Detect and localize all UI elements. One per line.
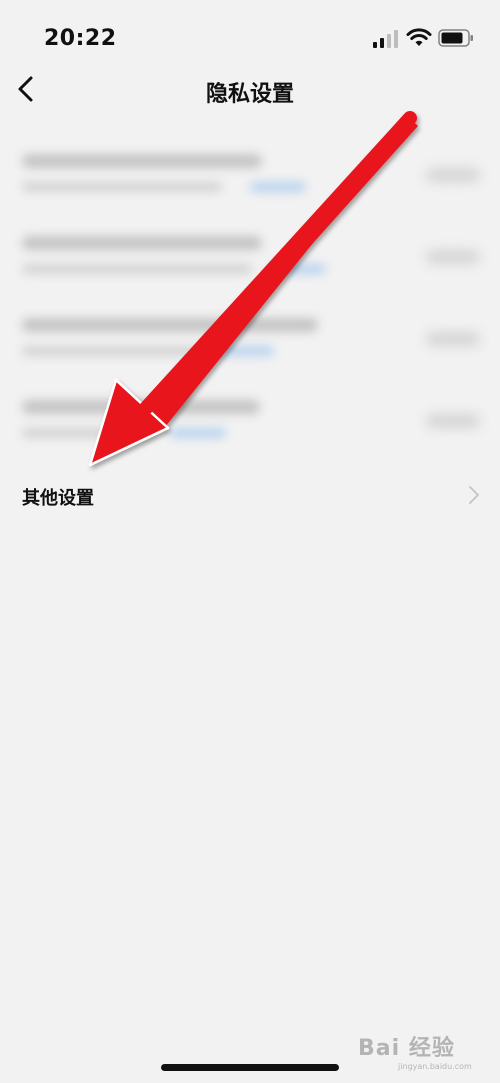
blurred-setting-description	[22, 428, 152, 438]
blurred-setting-title	[22, 236, 262, 250]
blurred-setting-title	[22, 154, 262, 168]
blurred-setting-link[interactable]	[170, 428, 226, 438]
blurred-setting-link[interactable]	[270, 264, 326, 274]
other-settings-label: 其他设置	[22, 488, 94, 509]
watermark-logo: Bai 经验 jingyan.baidu.com	[358, 1030, 488, 1074]
blurred-setting-row[interactable]	[0, 140, 500, 222]
blurred-setting-title	[22, 318, 318, 332]
home-indicator[interactable]	[161, 1064, 339, 1071]
watermark-text: Bai 经验	[358, 1036, 455, 1061]
chevron-right-icon	[469, 486, 479, 504]
blurred-setting-row[interactable]	[0, 222, 500, 304]
battery-icon	[438, 29, 473, 47]
blurred-setting-title	[22, 400, 260, 414]
cellular-signal-icon	[373, 30, 398, 48]
blurred-setting-value[interactable]	[426, 250, 480, 264]
blurred-setting-row[interactable]	[0, 386, 500, 468]
status-bar: 20:22	[0, 0, 500, 70]
blurred-setting-description	[22, 264, 252, 274]
wifi-icon	[406, 28, 432, 46]
blurred-setting-value[interactable]	[426, 414, 480, 428]
blurred-setting-row[interactable]	[0, 304, 500, 386]
blurred-setting-value[interactable]	[426, 168, 480, 182]
blurred-setting-description	[22, 182, 222, 192]
blurred-settings-list	[0, 140, 500, 468]
watermark-url: jingyan.baidu.com	[398, 1062, 472, 1071]
page-title: 隐私设置	[205, 82, 294, 107]
blurred-setting-link[interactable]	[218, 346, 274, 356]
blurred-setting-description	[22, 346, 202, 356]
blurred-setting-link[interactable]	[250, 182, 306, 192]
other-settings-row[interactable]: 其他设置	[0, 470, 500, 520]
blurred-setting-value[interactable]	[426, 332, 480, 346]
status-time: 20:22	[44, 26, 117, 51]
navigation-bar: 隐私设置	[0, 70, 500, 110]
